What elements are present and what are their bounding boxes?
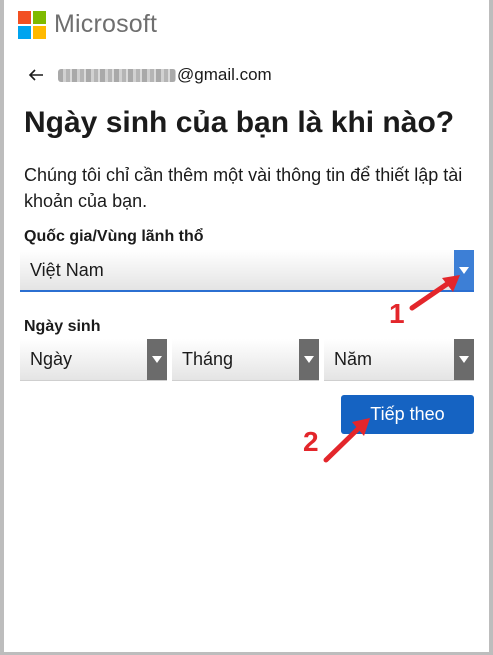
annotation-arrows [323,275,460,463]
annotation-arrow-1 [409,275,460,311]
annotation-step-1: 1 [389,298,405,329]
annotation-arrow-2 [323,418,370,463]
signup-page: Microsoft @gmail.com Ngày sinh của bạn l… [4,0,489,652]
annotation-step-2: 2 [303,426,319,457]
